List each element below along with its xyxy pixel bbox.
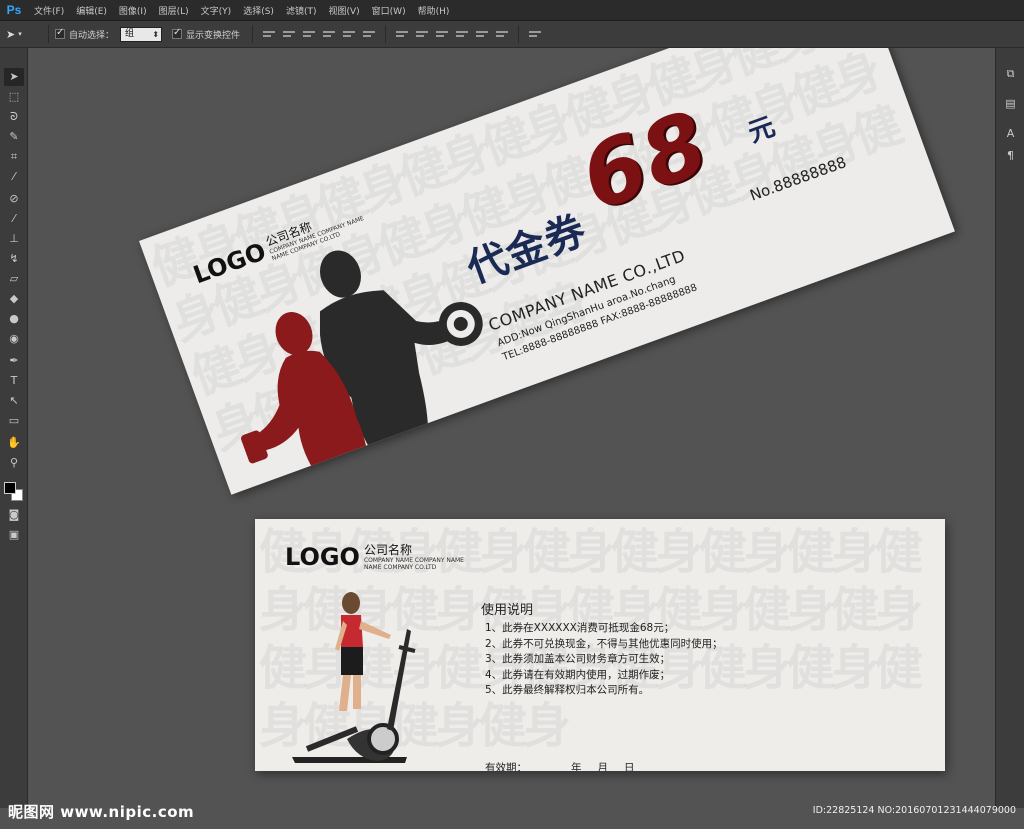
divider <box>385 25 387 43</box>
validity-row: 有效期： 年 月 日 <box>485 760 635 771</box>
voucher-title: 代金券 <box>460 206 593 293</box>
move-tool-icon: ➤ <box>6 27 16 41</box>
quick-mask-icon[interactable]: ◙ <box>4 506 24 524</box>
photoshop-logo-icon: Ps <box>6 2 22 17</box>
chevron-down-icon: ▾ <box>18 30 22 38</box>
quick-select-tool-icon[interactable]: ✎ <box>4 128 24 146</box>
show-transform-label: 显示变换控件 <box>186 30 241 41</box>
company-name-en-2: NAME COMPANY CO.LTD <box>363 564 437 571</box>
list-item: 2、此券不可兑换现金，不得与其他优惠同时使用； <box>485 637 723 650</box>
checkbox-box <box>172 27 183 39</box>
show-transform-checkbox[interactable]: 显示变换控件 <box>172 27 241 41</box>
character-panel-icon[interactable]: A <box>1002 126 1019 142</box>
history-panel-icon[interactable]: ⧉ <box>1002 66 1019 82</box>
voucher-amount: 68 <box>568 90 723 231</box>
menubar: Ps 文件(F) 编辑(E) 图像(I) 图层(L) 文字(Y) 选择(S) 滤… <box>0 0 1024 21</box>
voucher-unit: 元 <box>744 111 780 149</box>
voucher-serial: No.88888888 <box>747 153 849 205</box>
divider <box>48 25 49 43</box>
panel-dock: ⧉ ▤ A ¶ <box>995 48 1024 808</box>
menu-filter[interactable]: 滤镜(T) <box>286 4 317 17</box>
path-select-tool-icon[interactable]: ↖ <box>4 392 24 410</box>
voucher-back: 健身健身健身健身健身健身健身健身健身健身健身健身健身健身健身健身健身健身健身健身… <box>255 519 945 771</box>
list-item: 1、此券在XXXXXX消费可抵现金68元； <box>485 622 675 634</box>
distribute-top-icon[interactable] <box>396 28 409 40</box>
menu-view[interactable]: 视图(V) <box>328 4 359 17</box>
voucher-front: 健身健身健身健身健身健身健身健身健身健身健身健身健身健身健身健身健身健身健身健身… <box>139 48 955 495</box>
distribute-right-icon[interactable] <box>496 28 509 40</box>
type-tool-icon[interactable]: T <box>4 372 24 390</box>
dodge-tool-icon[interactable]: ◉ <box>4 330 24 348</box>
validity-label: 有效期： <box>485 762 527 771</box>
distribute-bottom-icon[interactable] <box>436 28 449 40</box>
menu-edit[interactable]: 编辑(E) <box>76 4 107 17</box>
company-name-cn: 公司名称 <box>363 543 412 557</box>
checkbox-box <box>55 27 65 39</box>
zoom-tool-icon[interactable]: ⚲ <box>4 454 24 472</box>
align-bottom-icon[interactable] <box>303 28 316 40</box>
woman-figure <box>335 592 391 711</box>
auto-align-icon[interactable] <box>529 28 542 40</box>
align-vcenter-icon[interactable] <box>283 28 296 40</box>
history-brush-tool-icon[interactable]: ↯ <box>4 250 24 268</box>
list-item: 5、此券最终解释权归本公司所有。 <box>485 684 650 696</box>
paint-bucket-tool-icon[interactable]: ◆ <box>4 290 24 308</box>
list-item: 3、此券须加盖本公司财务章方可生效； <box>485 653 671 665</box>
validity-year: 年 <box>571 762 582 771</box>
document-canvas[interactable]: 健身健身健身健身健身健身健身健身健身健身健身健身健身健身健身健身健身健身健身健身… <box>29 48 995 808</box>
logo-text: LOGO <box>285 543 360 571</box>
hand-tool-icon[interactable]: ✋ <box>4 434 24 452</box>
image-id-text: ID:22825124 NO:20160701231444079000 <box>812 805 1016 816</box>
validity-month: 月 <box>597 762 609 771</box>
menu-select[interactable]: 选择(S) <box>243 4 274 17</box>
site-watermark: 昵图网 www.nipic.com <box>8 803 195 821</box>
auto-select-dropdown[interactable]: 组 <box>120 26 163 42</box>
company-block: 公司名称 COMPANY NAME COMPANY NAME NAME COMP… <box>363 543 464 572</box>
usage-rules-list: 1、此券在XXXXXX消费可抵现金68元； 2、此券不可兑换现金，不得与其他优惠… <box>485 621 723 699</box>
menu-type[interactable]: 文字(Y) <box>201 4 232 17</box>
divider <box>252 25 254 43</box>
pen-tool-icon[interactable]: ✒ <box>4 352 24 370</box>
menu-image[interactable]: 图像(I) <box>119 4 147 17</box>
list-item: 4、此券请在有效期内使用，过期作废； <box>485 668 671 681</box>
auto-select-label: 自动选择： <box>69 30 115 41</box>
healing-brush-tool-icon[interactable]: ⊘ <box>4 190 24 208</box>
foreground-color-swatch[interactable] <box>4 482 16 494</box>
menu-window[interactable]: 窗口(W) <box>372 4 406 17</box>
move-tool-icon[interactable]: ➤ <box>4 68 24 86</box>
align-right-icon[interactable] <box>363 28 376 40</box>
tools-panel: ➤ ⬚ ᘐ ✎ ⌗ ⁄ ⊘ ⁄ ⊥ ↯ ▱ ◆ ● ◉ ✒ T ↖ ▭ ✋ ⚲ … <box>0 48 28 808</box>
company-name-en-1: COMPANY NAME COMPANY NAME <box>363 557 464 564</box>
elliptical-trainer-image <box>292 592 416 763</box>
options-bar: ➤ ▾ 自动选择： 组 显示变换控件 <box>0 21 1024 48</box>
validity-day: 日 <box>624 762 635 771</box>
align-top-icon[interactable] <box>263 28 276 40</box>
screen-mode-icon[interactable]: ▣ <box>4 526 24 544</box>
move-tool-preset[interactable]: ➤ ▾ <box>6 24 42 44</box>
menu-help[interactable]: 帮助(H) <box>418 4 450 17</box>
divider <box>518 25 520 43</box>
distribute-hcenter-icon[interactable] <box>476 28 489 40</box>
clone-stamp-tool-icon[interactable]: ⊥ <box>4 230 24 248</box>
menu-file[interactable]: 文件(F) <box>34 4 64 17</box>
back-logo: LOGO 公司名称 COMPANY NAME COMPANY NAME NAME… <box>285 543 464 571</box>
eraser-tool-icon[interactable]: ▱ <box>4 270 24 288</box>
properties-panel-icon[interactable]: ▤ <box>1002 96 1019 112</box>
paragraph-panel-icon[interactable]: ¶ <box>1002 148 1019 164</box>
align-hcenter-icon[interactable] <box>343 28 356 40</box>
eyedropper-tool-icon[interactable]: ⁄ <box>4 168 24 186</box>
lasso-tool-icon[interactable]: ᘐ <box>4 108 24 126</box>
auto-select-checkbox[interactable]: 自动选择： <box>55 27 115 41</box>
marquee-tool-icon[interactable]: ⬚ <box>4 88 24 106</box>
brush-tool-icon[interactable]: ⁄ <box>4 210 24 228</box>
menu-layer[interactable]: 图层(L) <box>159 4 189 17</box>
align-left-icon[interactable] <box>323 28 336 40</box>
blur-tool-icon[interactable]: ● <box>4 310 24 328</box>
distribute-left-icon[interactable] <box>456 28 469 40</box>
rectangle-tool-icon[interactable]: ▭ <box>4 412 24 430</box>
usage-title: 使用说明 <box>481 603 534 618</box>
distribute-vcenter-icon[interactable] <box>416 28 429 40</box>
crop-tool-icon[interactable]: ⌗ <box>4 148 24 166</box>
